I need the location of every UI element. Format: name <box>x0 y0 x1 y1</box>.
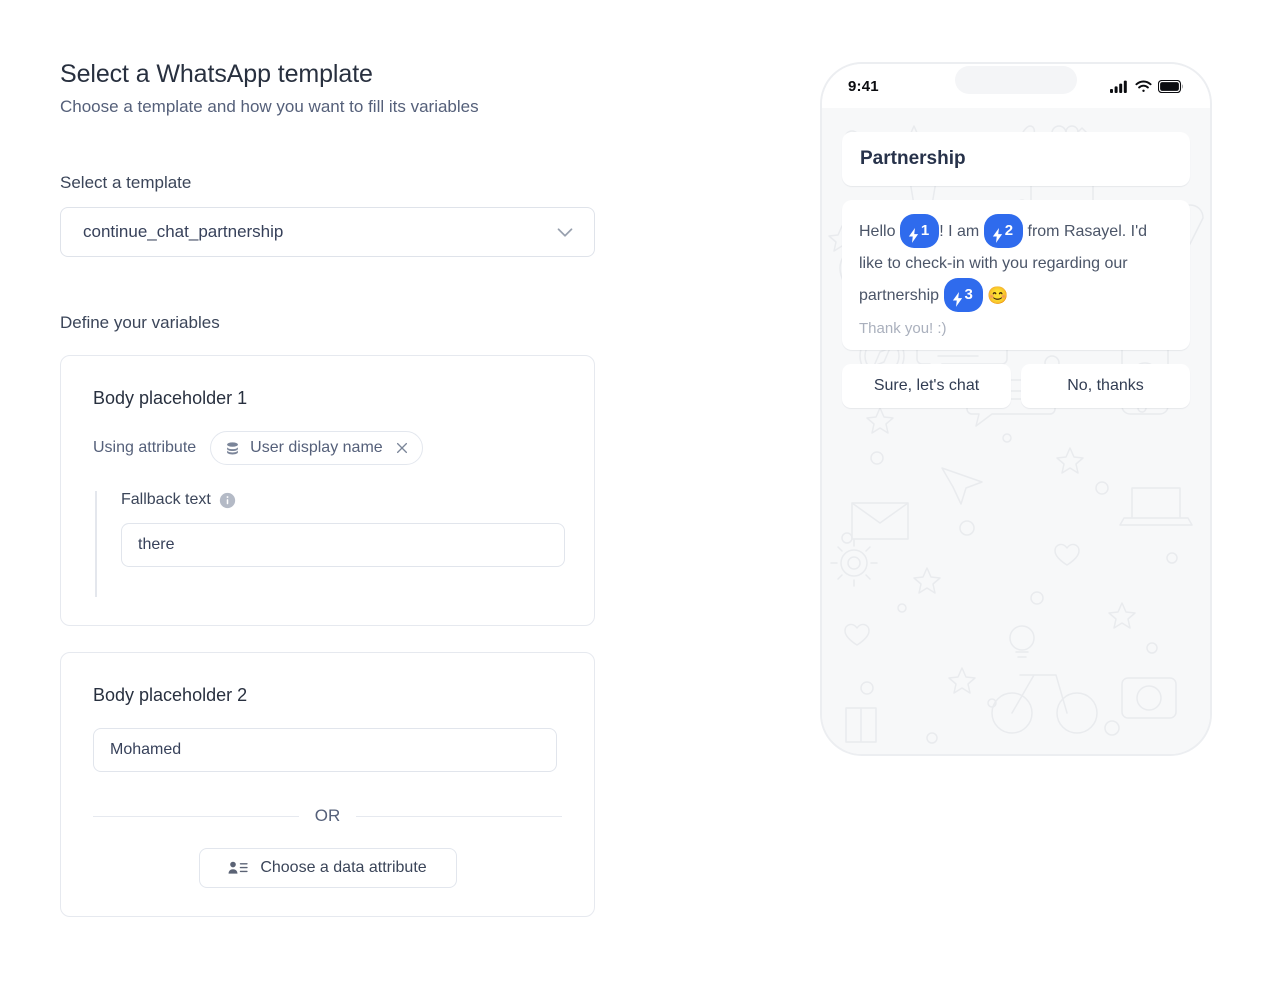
chevron-down-icon <box>552 219 578 245</box>
template-select-value: continue_chat_partnership <box>83 222 284 241</box>
template-header-bubble: Partnership <box>842 132 1190 186</box>
template-footer-text: Thank you! :) <box>859 320 947 337</box>
status-bar-time: 9:41 <box>848 77 879 95</box>
info-icon[interactable] <box>219 492 236 509</box>
bolt-icon <box>991 224 1004 243</box>
variable-pill-2: 2 <box>983 214 1024 248</box>
using-attribute-row: Using attribute User display name <box>93 431 562 465</box>
template-body-text: Hello 1! I am 2 from Rasayel. I'd like t… <box>859 214 1173 313</box>
page-subtitle: Choose a template and how you want to fi… <box>60 97 479 116</box>
page-title: Select a WhatsApp template <box>60 60 373 88</box>
phone-status-bar: 9:41 <box>822 64 1210 108</box>
attribute-chip-label: User display name <box>250 439 383 456</box>
bolt-icon <box>907 224 920 243</box>
quick-reply-button-2[interactable]: No, thanks <box>1021 364 1190 408</box>
quick-reply-button-1[interactable]: Sure, let's chat <box>842 364 1011 408</box>
fallback-label-row: Fallback text <box>121 491 562 509</box>
database-icon <box>224 440 241 457</box>
phone-notch <box>955 66 1077 94</box>
template-header-text: Partnership <box>860 148 966 169</box>
battery-full-icon <box>1158 79 1184 93</box>
whatsapp-preview-phone: 9:41 Partnership Hello 1 ! I am 2 from R… <box>820 62 1212 756</box>
body-placeholder-2-input[interactable] <box>93 728 557 772</box>
divider-line-right <box>356 815 562 817</box>
quick-reply-buttons: Sure, let's chat No, thanks <box>842 364 1190 408</box>
variable-pill-1: 1 <box>899 214 940 248</box>
cellular-signal-icon <box>1110 80 1129 93</box>
smiling-face-emoji: 😊 <box>987 286 1009 305</box>
fallback-text-input[interactable] <box>121 523 565 567</box>
template-select[interactable]: continue_chat_partnership <box>60 207 595 257</box>
fallback-section: Fallback text <box>95 491 565 597</box>
body-text-segment-2: ! I am <box>939 223 984 241</box>
close-icon[interactable] <box>395 441 409 455</box>
chat-content: Partnership Hello 1! I am 2 from Rasayel… <box>842 132 1190 408</box>
fallback-label: Fallback text <box>121 491 211 508</box>
choose-data-attribute-button[interactable]: Choose a data attribute <box>198 848 457 888</box>
attribute-chip[interactable]: User display name <box>210 431 423 465</box>
choose-data-attribute-label: Choose a data attribute <box>260 859 427 876</box>
chat-area: Partnership Hello 1! I am 2 from Rasayel… <box>822 108 1210 754</box>
using-attribute-label: Using attribute <box>93 439 197 456</box>
status-bar-icons <box>1110 79 1184 93</box>
or-label: OR <box>314 806 341 825</box>
variable-card-1: Body placeholder 1 Using attribute User … <box>60 355 595 626</box>
bolt-icon <box>951 288 964 307</box>
template-select-label: Select a template <box>60 173 192 192</box>
variable-pill-3-number: 3 <box>964 286 973 303</box>
contact-card-icon <box>228 860 248 876</box>
wifi-icon <box>1135 80 1152 93</box>
variable-pill-1-number: 1 <box>920 222 930 239</box>
divider-line-left <box>93 815 299 817</box>
variable-card-2: Body placeholder 2 OR Choose a data attr… <box>60 652 595 917</box>
template-config-panel: Select a WhatsApp template Choose a temp… <box>60 60 660 917</box>
or-divider: OR <box>93 806 562 826</box>
variable-card-2-title: Body placeholder 2 <box>93 685 248 705</box>
variables-section-label: Define your variables <box>60 313 220 332</box>
variable-card-1-title: Body placeholder 1 <box>93 388 248 408</box>
variable-pill-2-number: 2 <box>1004 222 1014 239</box>
body-text-segment-1: Hello <box>859 223 900 241</box>
variable-pill-3: 3 <box>943 278 983 312</box>
template-body-bubble: Hello 1! I am 2 from Rasayel. I'd like t… <box>842 200 1190 350</box>
